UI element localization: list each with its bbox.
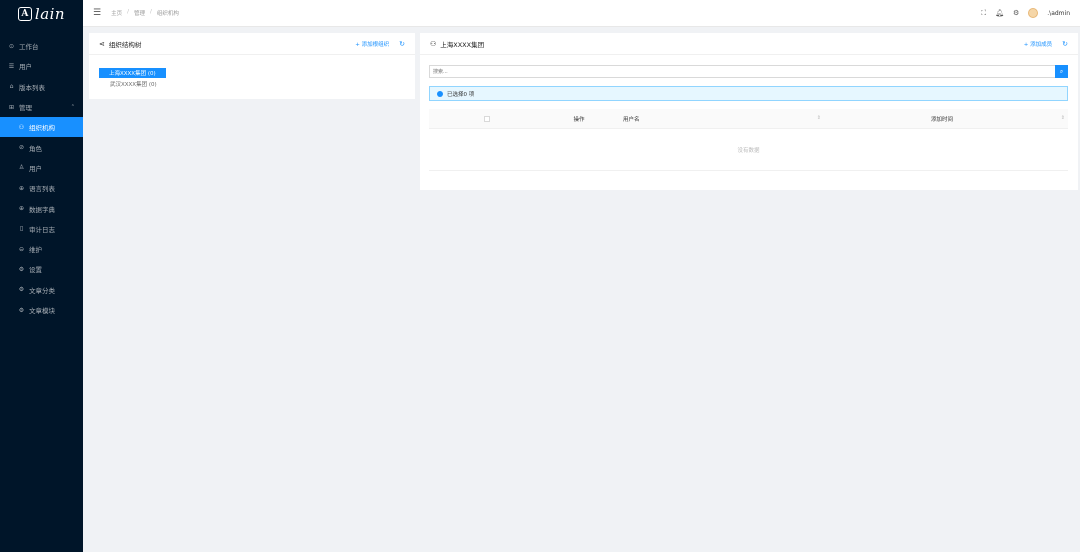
sidebar-item[interactable]: ⊘ 角色 (0, 137, 83, 157)
search-button[interactable]: ⌕ (1055, 65, 1068, 78)
sidebar-item[interactable]: ▯ 审计日志 (0, 219, 83, 239)
avatar[interactable] (1028, 8, 1039, 18)
column-header-username[interactable]: 用户名 ⇕ (614, 115, 824, 123)
sidebar-item-label: 组织机构 (29, 124, 55, 133)
globe-icon: ⊕ (18, 205, 25, 213)
add-root-org-button[interactable]: + 添加根组织 (355, 40, 389, 48)
org-tree-title: 组织结构树 (108, 40, 142, 49)
column-header-username-label: 用户名 (623, 116, 640, 123)
sidebar-item[interactable]: ♙ 用户 (0, 158, 83, 178)
logo-mark: A (17, 6, 32, 21)
column-header-added-time[interactable]: 添加时间 ⇕ (824, 115, 1068, 123)
grid-icon: ⊞ (8, 103, 15, 111)
file-icon: ▯ (19, 225, 24, 233)
sidebar-item[interactable]: ⊖ 维护 (0, 239, 83, 259)
globe-icon: ⊕ (18, 184, 25, 192)
selection-text: 已选择0 项 (447, 91, 475, 98)
sidebar-item[interactable]: ⊕ 语言列表 (0, 178, 83, 198)
org-tree-panel: ⋖ 组织结构树 + 添加根组织 ↻ 上海XXXX集团 (0) 武汉XXXX集团 … (89, 33, 415, 99)
gear-icon[interactable]: ⚙ (1013, 9, 1019, 17)
column-header-op: 操作 (573, 116, 585, 123)
sidebar-item[interactable]: ⊕ 数据字典 (0, 198, 83, 218)
sidebar-item-label: 数据字典 (29, 205, 55, 214)
sidebar-item[interactable]: ☰ 用户 (0, 56, 83, 76)
breadcrumb-home[interactable]: 主页 (111, 9, 122, 17)
lock-icon: ⊖ (18, 245, 25, 253)
tree-node[interactable]: 上海XXXX集团 (0) (99, 67, 405, 78)
tree-node-label[interactable]: 上海XXXX集团 (0) (99, 67, 166, 78)
refresh-icon[interactable]: ↻ (1062, 40, 1068, 48)
sidebar-item-label: 用户 (19, 63, 32, 72)
list-icon: ☰ (8, 62, 15, 70)
gear-icon: ⚙ (18, 306, 25, 314)
username[interactable]: .\admin (1047, 10, 1070, 17)
chevron-up-icon: ⌃ (70, 104, 75, 111)
sidebar-item-label: 设置 (29, 266, 42, 275)
members-header: ⚇ 上海XXXX集团 + 添加成员 ↻ (420, 33, 1078, 55)
sidebar-item[interactable]: ⌂ 版本列表 (0, 77, 83, 97)
sidebar-item[interactable]: ⚙ 文章分类 (0, 280, 83, 300)
search-input[interactable] (429, 65, 1055, 78)
logo-text: lain (34, 4, 66, 23)
breadcrumb-separator: / (149, 9, 152, 15)
sidebar-item-label: 工作台 (19, 43, 39, 52)
gear-icon: ⚙ (18, 265, 25, 273)
org-tree-header: ⋖ 组织结构树 + 添加根组织 ↻ (89, 33, 415, 55)
column-header-added-time-label: 添加时间 (931, 116, 954, 123)
team-icon: ⚇ (18, 123, 25, 131)
sidebar-item[interactable]: ⚙ 设置 (0, 259, 83, 279)
sidebar-item-label: 文章模块 (29, 307, 55, 315)
sidebar-item-label: 角色 (29, 144, 42, 153)
breadcrumb-manage[interactable]: 管理 (134, 9, 145, 17)
select-all-checkbox[interactable] (483, 115, 490, 122)
top-header: ☰ 主页 / 管理 / 组织机构 ⛶ 🔔︎ ⚙ .\admin (83, 0, 1080, 27)
tree-node-label[interactable]: 武汉XXXX集团 (0) (110, 80, 157, 88)
sidebar-item[interactable]: ⊞ 管理 ⌃ (0, 97, 83, 117)
refresh-icon[interactable]: ↻ (399, 40, 405, 48)
add-member-button[interactable]: + 添加成员 (1024, 40, 1052, 48)
dashboard-icon: ⊙ (8, 42, 15, 50)
breadcrumb: 主页 / 管理 / 组织机构 (111, 9, 179, 17)
app-logo[interactable]: A lain (0, 0, 83, 27)
shield-icon: ⊘ (18, 144, 25, 152)
sidebar-item[interactable]: ⊙ 工作台 (0, 36, 83, 56)
org-tree: 上海XXXX集团 (0) 武汉XXXX集团 (0) (89, 55, 415, 89)
sidebar-item-label: 审计日志 (29, 225, 55, 234)
members-panel: ⚇ 上海XXXX集团 + 添加成员 ↻ ⌕ 已选择0 项 操作 用户名 ⇕ 添加… (420, 33, 1078, 190)
search-icon: ⌕ (1059, 67, 1064, 75)
sort-icon[interactable]: ⇕ (817, 115, 821, 123)
sidebar-item-label: 文章分类 (29, 286, 55, 295)
user-icon: ♙ (18, 164, 25, 172)
sidebar-item-label: 版本列表 (19, 83, 45, 92)
breadcrumb-separator: / (127, 9, 129, 15)
sidebar-item-label: 维护 (29, 246, 42, 255)
sidebar-menu: ⊙ 工作台 ☰ 用户 ⌂ 版本列表 ⊞ 管理 ⌃ ⚇ 组织机构 ⊘ 角色 ♙ 用户 ⊕ 语言列表 ⊕ 数据字典 ▯ 审计… (0, 36, 83, 320)
bell-icon[interactable]: 🔔︎ (995, 9, 1004, 17)
sidebar-item[interactable]: ⚇ 组织机构 (0, 117, 83, 138)
info-icon (437, 90, 443, 97)
fullscreen-icon[interactable]: ⛶ (981, 9, 986, 18)
menu-collapse-icon[interactable]: ☰ (93, 8, 101, 18)
table-header: 操作 用户名 ⇕ 添加时间 ⇕ (429, 109, 1068, 129)
sidebar-item-label: 用户 (29, 164, 42, 173)
home-icon: ⌂ (9, 83, 14, 91)
header-actions: ⛶ 🔔︎ ⚙ .\admin (981, 8, 1070, 18)
members-title: 上海XXXX集团 (440, 40, 485, 49)
sidebar: A lain ⊙ 工作台 ☰ 用户 ⌂ 版本列表 ⊞ 管理 ⌃ ⚇ 组织机构 ⊘ 角色 ♙ 用户 ⊕ 语言列表 ⊕… (0, 0, 83, 552)
breadcrumb-current: 组织机构 (156, 11, 179, 17)
sort-icon[interactable]: ⇕ (1061, 115, 1065, 123)
team-icon: ⚇ (430, 39, 437, 48)
gear-icon: ⚙ (18, 286, 25, 294)
search-bar: ⌕ (429, 65, 1068, 78)
tree-node[interactable]: 武汉XXXX集团 (0) (99, 78, 405, 89)
selection-alert: 已选择0 项 (429, 86, 1068, 101)
sidebar-item-label: 管理 (19, 104, 32, 113)
sidebar-item-label: 语言列表 (29, 185, 55, 194)
share-icon: ⋖ (99, 39, 105, 48)
empty-state: 没有数据 (429, 129, 1068, 171)
members-table: 操作 用户名 ⇕ 添加时间 ⇕ 没有数据 (429, 109, 1068, 171)
sidebar-item[interactable]: ⚙ 文章模块 (0, 300, 83, 320)
